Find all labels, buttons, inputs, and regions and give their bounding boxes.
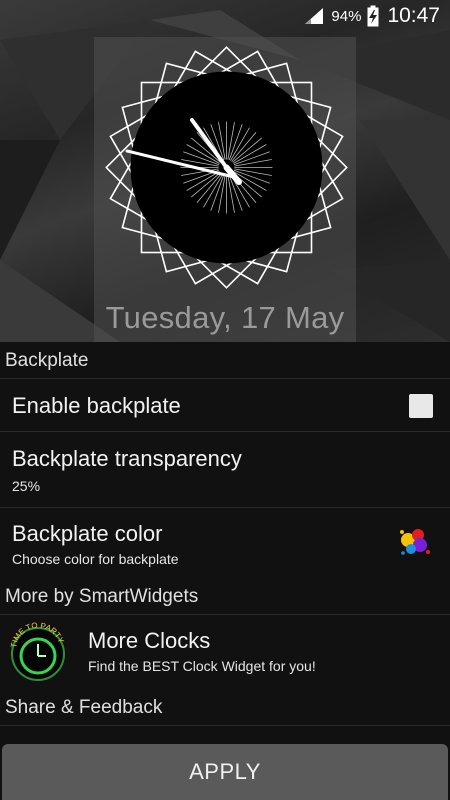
more-clocks-title: More Clocks	[88, 628, 211, 653]
battery-percentage: 94%	[331, 7, 362, 25]
backplate-transparency-label: Backplate transparency	[12, 446, 242, 471]
more-clocks-subtitle: Find the BEST Clock Widget for you!	[88, 658, 316, 674]
party-clock-icon: TIME TO PARTY	[9, 621, 66, 681]
date-label: Tuesday, 17 May	[105, 300, 345, 335]
backplate-transparency-value: 25%	[12, 478, 41, 494]
analog-clock	[105, 46, 348, 289]
battery-charging-icon	[367, 5, 379, 27]
backplate-transparency-row[interactable]: Backplate transparency 25%	[0, 432, 450, 508]
apply-button[interactable]: APPLY	[2, 744, 448, 800]
status-time: 10:47	[387, 4, 440, 27]
enable-backplate-checkbox[interactable]	[409, 394, 433, 418]
status-bar: 94% 10:47	[0, 0, 450, 32]
paint-splash-icon	[400, 529, 430, 555]
enable-backplate-label: Enable backplate	[12, 393, 181, 418]
backplate-color-summary: Choose color for backplate	[12, 551, 179, 567]
section-header-more: More by SmartWidgets	[0, 579, 450, 615]
backplate-color-row[interactable]: Backplate color Choose color for backpla…	[0, 508, 450, 584]
signal-icon	[305, 8, 324, 24]
enable-backplate-row[interactable]: Enable backplate	[0, 380, 450, 432]
section-header-backplate: Backplate	[0, 343, 450, 379]
section-header-share: Share & Feedback	[0, 690, 450, 726]
backplate-color-label: Backplate color	[12, 521, 163, 546]
clock-preview: Tuesday, 17 May	[0, 0, 450, 342]
